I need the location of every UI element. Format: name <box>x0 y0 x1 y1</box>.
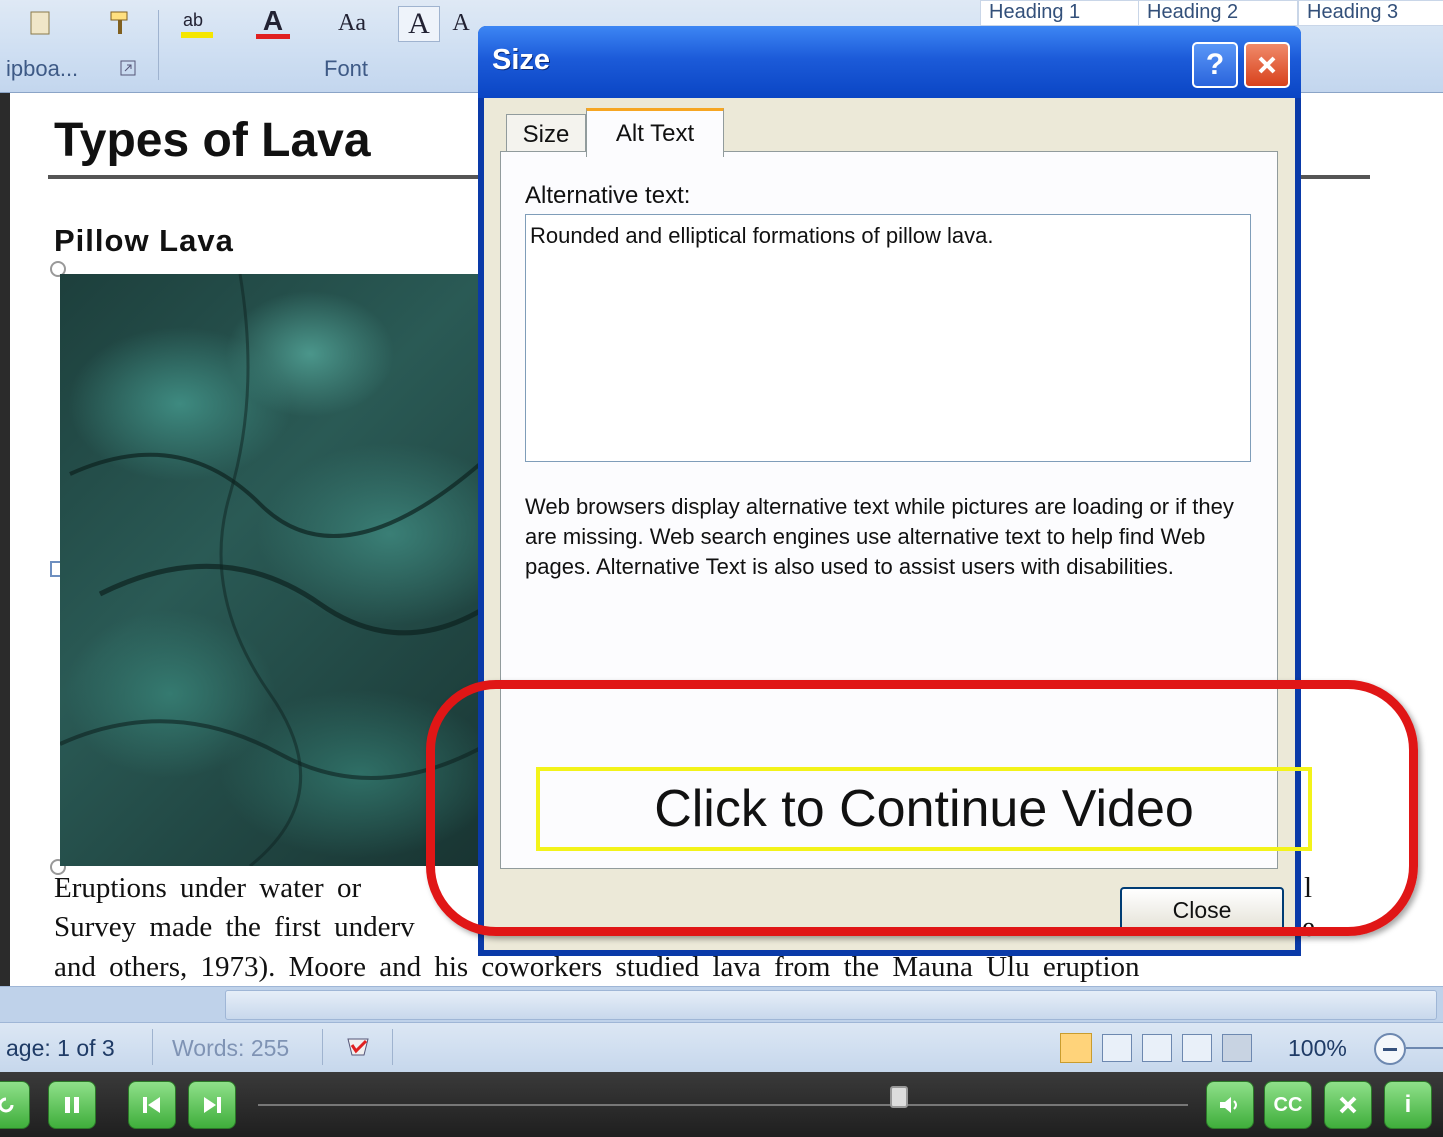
style-heading-1[interactable]: Heading 1 <box>980 0 1140 26</box>
page-count[interactable]: age: 1 of 3 <box>6 1035 115 1062</box>
zoom-level[interactable]: 100% <box>1288 1035 1347 1062</box>
replay-icon[interactable] <box>0 1081 30 1129</box>
help-button[interactable]: ? <box>1192 42 1238 88</box>
web-layout-icon[interactable] <box>1142 1034 1172 1062</box>
status-separator <box>392 1029 393 1065</box>
document-title: Types of Lava <box>54 114 371 167</box>
full-screen-reading-icon[interactable] <box>1102 1034 1132 1062</box>
draft-view-icon[interactable] <box>1222 1034 1252 1062</box>
pause-icon[interactable] <box>48 1081 96 1129</box>
info-button[interactable]: i <box>1384 1081 1432 1129</box>
outline-view-icon[interactable] <box>1182 1034 1212 1062</box>
font-color-glyph: A <box>262 4 284 36</box>
zoom-slider[interactable] <box>1406 1047 1443 1049</box>
body-text-line: Eruptions under water or <box>54 872 362 904</box>
change-case-glyph: Aa <box>338 9 366 36</box>
dialog-title: Size <box>492 44 551 76</box>
shrink-font-button[interactable]: A <box>446 6 476 40</box>
tab-size[interactable]: Size <box>506 114 586 155</box>
body-text-line: Survey made the first underv <box>54 911 415 943</box>
closed-captions-button[interactable]: CC <box>1264 1081 1312 1129</box>
ribbon-separator <box>158 10 159 80</box>
font-color-icon[interactable]: A <box>250 6 296 40</box>
font-group-label: Font <box>324 56 369 81</box>
style-heading-2[interactable]: Heading 2 <box>1138 0 1298 26</box>
status-separator <box>152 1029 153 1065</box>
word-count[interactable]: Words: 255 <box>172 1035 289 1062</box>
video-player-controls: CC i <box>0 1072 1443 1137</box>
change-case-button[interactable]: Aa <box>322 6 382 40</box>
scrollbar-thumb[interactable] <box>225 990 1437 1020</box>
svg-text:ab: ab <box>183 10 203 30</box>
previous-icon[interactable] <box>128 1081 176 1129</box>
paste-icon[interactable] <box>20 6 60 40</box>
continue-video-button[interactable]: Click to Continue Video <box>536 767 1312 851</box>
alternative-text-label: Alternative text: <box>525 182 691 209</box>
clipboard-group-label: ipboa... <box>6 56 79 81</box>
volume-icon[interactable] <box>1206 1081 1254 1129</box>
seek-bar[interactable] <box>258 1104 1188 1106</box>
proofing-icon[interactable] <box>342 1031 374 1069</box>
grow-font-glyph: A <box>408 7 430 40</box>
grow-font-button[interactable]: A <box>398 6 440 42</box>
shrink-font-glyph: A <box>452 9 470 36</box>
view-buttons <box>1060 1031 1268 1065</box>
font-color-bar <box>256 33 290 39</box>
status-separator <box>322 1029 323 1065</box>
alternative-text-input[interactable]: Rounded and elliptical formations of pil… <box>525 214 1251 462</box>
highlight-color-icon[interactable]: ab <box>172 6 222 40</box>
next-icon[interactable] <box>188 1081 236 1129</box>
close-video-icon[interactable] <box>1324 1081 1372 1129</box>
close-x-icon[interactable] <box>1244 42 1290 88</box>
format-painter-icon[interactable] <box>100 6 140 40</box>
seek-handle[interactable] <box>890 1086 908 1108</box>
style-heading-3[interactable]: Heading 3 <box>1298 0 1443 26</box>
alt-text-help: Web browsers display alternative text wh… <box>525 494 1234 579</box>
tab-alt-text[interactable]: Alt Text <box>586 108 724 157</box>
horizontal-scrollbar[interactable] <box>0 986 1443 1023</box>
dialog-titlebar[interactable]: Size ? <box>478 26 1301 98</box>
status-bar: age: 1 of 3 Words: 255 100% <box>0 1022 1443 1073</box>
zoom-out-icon[interactable] <box>1374 1033 1406 1065</box>
print-layout-view-icon[interactable] <box>1060 1033 1092 1063</box>
document-subtitle: Pillow Lava <box>54 223 234 258</box>
clipboard-launcher-icon[interactable] <box>118 58 138 78</box>
